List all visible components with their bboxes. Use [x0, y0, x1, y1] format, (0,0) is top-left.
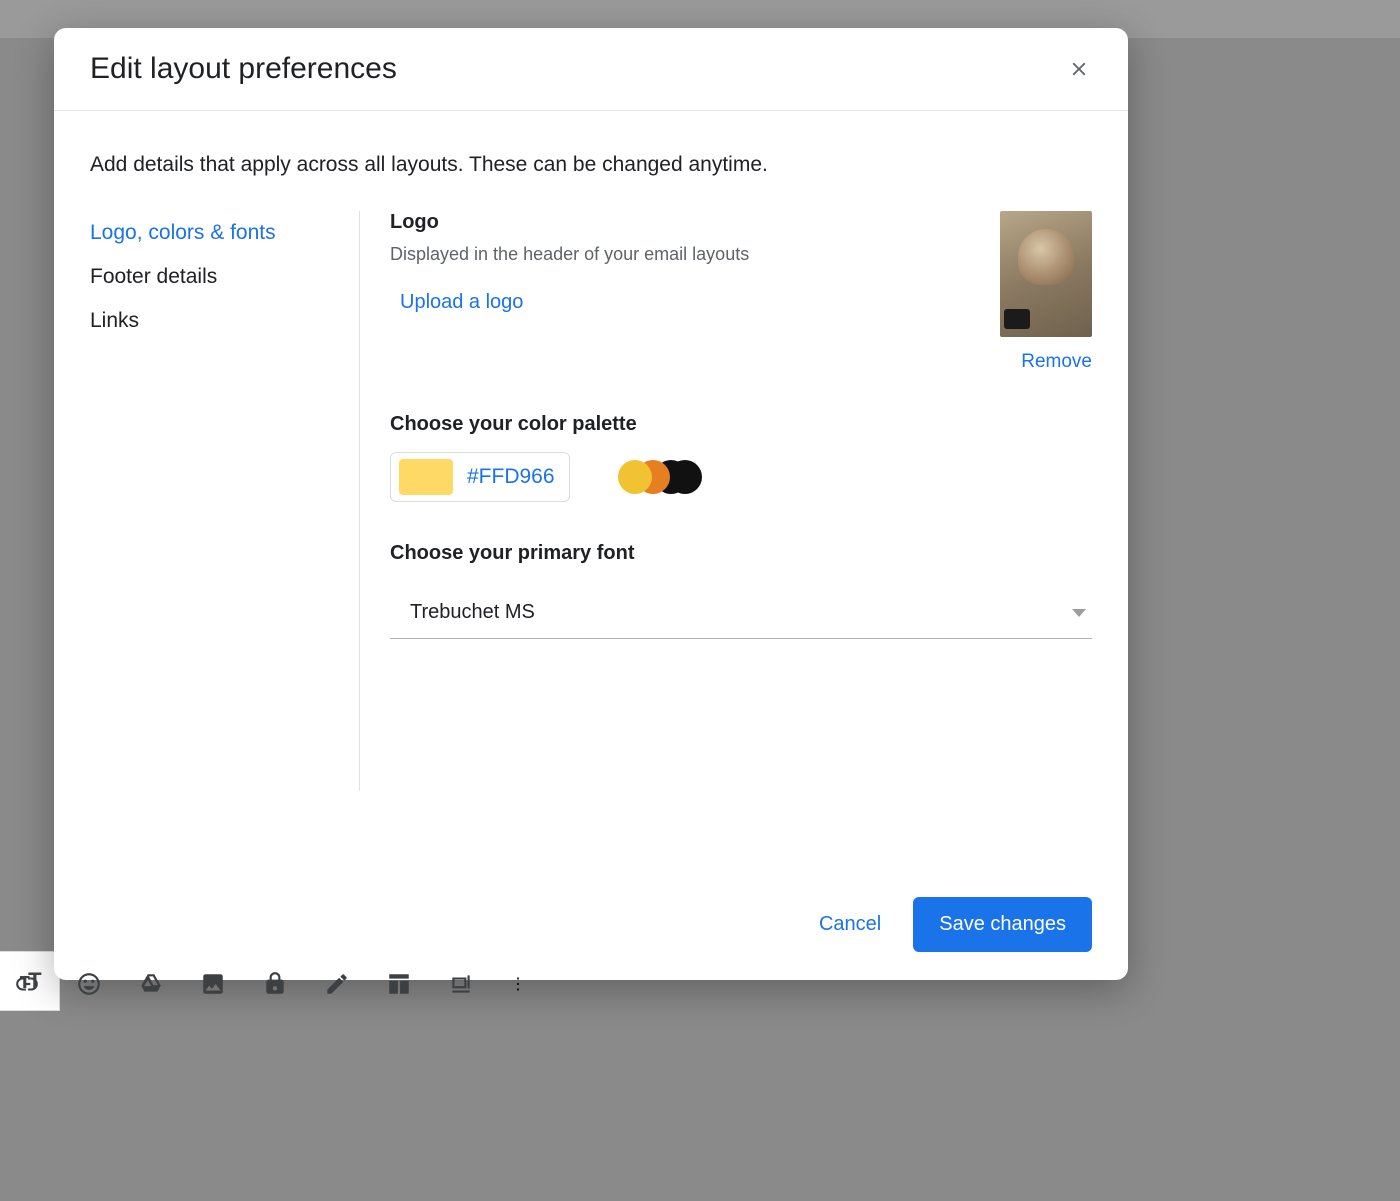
logo-subtext: Displayed in the header of your email la… [390, 244, 749, 265]
font-section: Choose your primary font Trebuchet MS [390, 542, 1092, 639]
drive-icon[interactable] [138, 971, 164, 997]
dialog-body: Add details that apply across all layout… [54, 111, 1128, 873]
color-picker-button[interactable]: #FFD966 [390, 452, 570, 502]
color-hex-value: #FFD966 [467, 465, 555, 489]
color-swatch [399, 459, 453, 495]
dialog-title: Edit layout preferences [90, 52, 397, 86]
save-changes-button[interactable]: Save changes [913, 897, 1092, 952]
dialog-intro: Add details that apply across all layout… [90, 153, 1092, 177]
pen-icon[interactable] [324, 971, 350, 997]
sidebar-item-logo-colors-fonts[interactable]: Logo, colors & fonts [90, 211, 347, 255]
logo-thumbnail [1000, 211, 1092, 337]
dialog-header: Edit layout preferences [54, 28, 1128, 111]
palette-section: Choose your color palette #FFD966 [390, 413, 1092, 502]
remove-logo-button[interactable]: Remove [1021, 351, 1092, 373]
upload-logo-button[interactable]: Upload a logo [390, 287, 533, 318]
preferences-sidebar: Logo, colors & fonts Footer details Link… [90, 211, 360, 791]
edit-layout-preferences-dialog: Edit layout preferences Add details that… [54, 28, 1128, 980]
sidebar-item-label: Links [90, 309, 139, 332]
sidebar-item-label: Footer details [90, 265, 217, 288]
palette-preview-cluster [618, 458, 702, 496]
close-button[interactable] [1066, 56, 1092, 82]
cancel-button[interactable]: Cancel [819, 913, 881, 936]
preferences-content: Logo Displayed in the header of your ema… [386, 211, 1092, 791]
font-heading: Choose your primary font [390, 542, 1092, 565]
layout-icon[interactable] [386, 971, 412, 997]
palette-heading: Choose your color palette [390, 413, 1092, 436]
logo-heading: Logo [390, 211, 749, 234]
hidden-compose-toolbar: ⋮ [14, 971, 526, 997]
chevron-down-icon [1072, 609, 1086, 617]
link-icon[interactable] [14, 971, 40, 997]
logo-section: Logo Displayed in the header of your ema… [390, 211, 1092, 373]
image-icon[interactable] [200, 971, 226, 997]
sidebar-item-footer-details[interactable]: Footer details [90, 255, 347, 299]
lock-time-icon[interactable] [262, 971, 288, 997]
dialog-footer: Cancel Save changes [54, 873, 1128, 980]
font-dropdown[interactable]: Trebuchet MS [390, 587, 1092, 639]
window-icon[interactable] [448, 971, 474, 997]
emoji-icon[interactable] [76, 971, 102, 997]
sidebar-item-links[interactable]: Links [90, 299, 347, 343]
font-selected-label: Trebuchet MS [410, 601, 535, 624]
close-icon [1068, 58, 1090, 80]
palette-dot-1 [618, 460, 652, 494]
sidebar-item-label: Logo, colors & fonts [90, 221, 276, 244]
more-icon[interactable]: ⋮ [510, 974, 526, 994]
